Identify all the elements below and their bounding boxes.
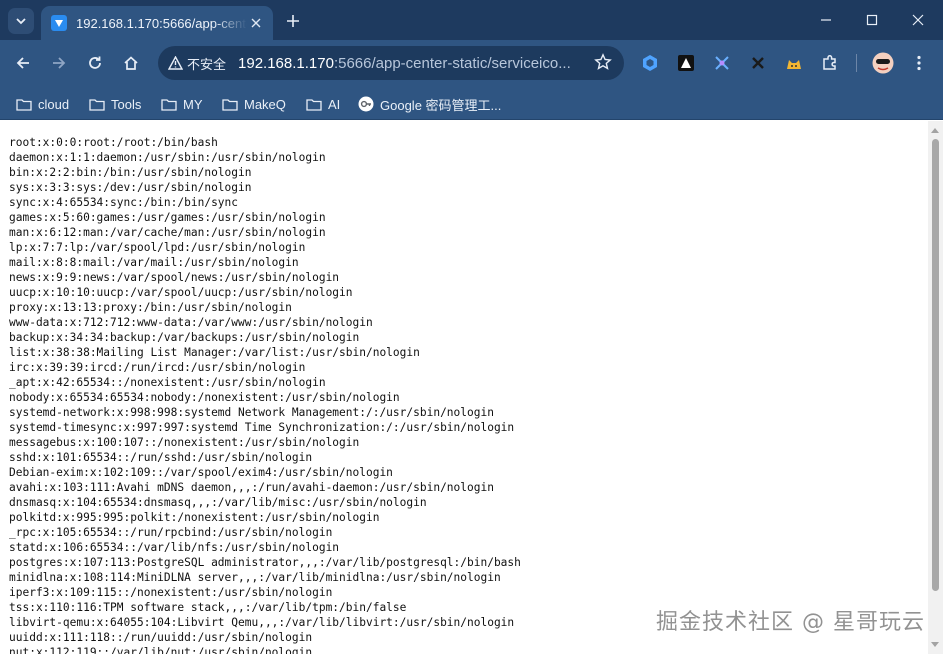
text-line: messagebus:x:100:107::/nonexistent:/usr/… bbox=[9, 436, 360, 449]
url-path: :5666/app-center-static/serviceico... bbox=[333, 54, 571, 72]
back-button[interactable] bbox=[9, 49, 37, 77]
bookmark-label: AI bbox=[328, 96, 341, 112]
plus-icon bbox=[287, 15, 299, 27]
maximize-icon bbox=[866, 14, 878, 26]
folder-icon bbox=[222, 98, 238, 111]
text-line: systemd-timesync:x:997:997:systemd Time … bbox=[9, 421, 515, 434]
watermark: 掘金技术社区 @ 星哥玩云 bbox=[656, 610, 925, 635]
text-line: uucp:x:10:10:uucp:/var/spool/uucp:/usr/s… bbox=[9, 286, 353, 299]
bookmark-label: cloud bbox=[38, 96, 70, 112]
extension-cat-icon[interactable] bbox=[783, 52, 805, 74]
text-line: postgres:x:107:113:PostgreSQL administra… bbox=[9, 556, 521, 569]
arrow-right-icon bbox=[53, 57, 66, 69]
browser-toolbar: 不安全 192.168.1.170:5666/app-center-static… bbox=[0, 40, 943, 86]
text-line: sys:x:3:3:sys:/dev:/usr/sbin/nologin bbox=[9, 181, 252, 194]
scrollbar-thumb[interactable] bbox=[932, 139, 939, 591]
bookmark-folder-ai[interactable]: AI bbox=[306, 93, 340, 115]
text-line: daemon:x:1:1:daemon:/usr/sbin:/usr/sbin/… bbox=[9, 151, 326, 164]
extension-hexagon-icon[interactable] bbox=[639, 52, 661, 74]
vertical-scrollbar[interactable] bbox=[928, 121, 943, 654]
chevron-down-icon bbox=[16, 18, 26, 25]
reload-button[interactable] bbox=[81, 49, 109, 77]
extension-cross-arrows-icon[interactable] bbox=[711, 52, 733, 74]
text-line: backup:x:34:34:backup:/var/backups:/usr/… bbox=[9, 331, 360, 344]
text-line: mail:x:8:8:mail:/var/mail:/usr/sbin/nolo… bbox=[9, 256, 299, 269]
address-bar[interactable]: 不安全 192.168.1.170:5666/app-center-static… bbox=[158, 46, 624, 80]
text-line: iperf3:x:109:115::/nonexistent:/usr/sbin… bbox=[9, 586, 333, 599]
text-line: statd:x:106:65534::/var/lib/nfs:/usr/sbi… bbox=[9, 541, 340, 554]
active-tab[interactable]: 192.168.1.170:5666/app-center-static/ser… bbox=[41, 6, 273, 40]
reload-icon bbox=[89, 56, 101, 69]
tab-title: 192.168.1.170:5666/app-center-static/ser… bbox=[76, 15, 247, 31]
app-favicon-icon bbox=[51, 15, 67, 31]
bookmark-google-password-manager[interactable]: Google 密码管理工... bbox=[358, 93, 501, 115]
text-line: sshd:x:101:65534::/run/sshd:/usr/sbin/no… bbox=[9, 451, 313, 464]
text-line: news:x:9:9:news:/var/spool/news:/usr/sbi… bbox=[9, 271, 340, 284]
bookmark-folder-my[interactable]: MY bbox=[161, 93, 203, 115]
toolbar-separator bbox=[856, 54, 857, 72]
home-button[interactable] bbox=[117, 49, 145, 77]
tab-close-icon[interactable] bbox=[247, 14, 265, 32]
minimize-button[interactable] bbox=[803, 0, 849, 40]
text-line: avahi:x:103:111:Avahi mDNS daemon,,,:/ru… bbox=[9, 481, 494, 494]
bookmarks-bar: cloud Tools MY MakeQ AI Google 密码管理工... bbox=[0, 86, 943, 120]
bookmark-label: MakeQ bbox=[244, 96, 286, 112]
maximize-button[interactable] bbox=[849, 0, 895, 40]
text-line: minidlna:x:108:114:MiniDLNA server,,,:/v… bbox=[9, 571, 501, 584]
scroll-down-arrow-icon[interactable] bbox=[931, 642, 939, 647]
text-line: Debian-exim:x:102:109::/var/spool/exim4:… bbox=[9, 466, 393, 479]
extension-x-icon[interactable] bbox=[747, 52, 769, 74]
tab-search-button[interactable] bbox=[8, 8, 34, 34]
security-chip[interactable]: 不安全 bbox=[168, 51, 234, 75]
more-menu-icon[interactable] bbox=[908, 52, 930, 74]
bookmark-folder-tools[interactable]: Tools bbox=[89, 93, 141, 115]
text-line: _rpc:x:105:65534::/run/rpcbind:/usr/sbin… bbox=[9, 526, 333, 539]
text-line: systemd-network:x:998:998:systemd Networ… bbox=[9, 406, 494, 419]
text-line: nut:x:112:119::/var/lib/nut:/usr/sbin/no… bbox=[9, 646, 313, 654]
forward-button[interactable] bbox=[45, 49, 73, 77]
text-line: games:x:5:60:games:/usr/games:/usr/sbin/… bbox=[9, 211, 326, 224]
bookmark-label: Tools bbox=[111, 96, 142, 112]
home-icon bbox=[124, 56, 138, 70]
minimize-icon bbox=[821, 19, 831, 21]
extensions-puzzle-icon[interactable] bbox=[819, 52, 841, 74]
text-line: root:x:0:0:root:/root:/bin/bash bbox=[9, 136, 218, 149]
new-tab-button[interactable] bbox=[281, 9, 305, 33]
text-line: www-data:x:712:712:www-data:/var/www:/us… bbox=[9, 316, 373, 329]
extension-triangle-icon[interactable] bbox=[675, 52, 697, 74]
text-line: nobody:x:65534:65534:nobody:/nonexistent… bbox=[9, 391, 400, 404]
key-icon bbox=[358, 96, 374, 112]
security-label: 不安全 bbox=[187, 56, 227, 72]
text-line: irc:x:39:39:ircd:/run/ircd:/usr/sbin/nol… bbox=[9, 361, 306, 374]
text-line: dnsmasq:x:104:65534:dnsmasq,,,:/var/lib/… bbox=[9, 496, 427, 509]
text-line: bin:x:2:2:bin:/bin:/usr/sbin/nologin bbox=[9, 166, 252, 179]
url-host: 192.168.1.170 bbox=[238, 54, 334, 72]
folder-icon bbox=[16, 98, 32, 111]
tab-strip: 192.168.1.170:5666/app-center-static/ser… bbox=[0, 0, 943, 40]
folder-icon bbox=[161, 98, 177, 111]
arrow-left-icon bbox=[16, 57, 29, 69]
text-line: lp:x:7:7:lp:/var/spool/lpd:/usr/sbin/nol… bbox=[9, 241, 306, 254]
plain-text-file-content: root:x:0:0:root:/root:/bin/bash daemon:x:… bbox=[9, 135, 924, 654]
text-line: proxy:x:13:13:proxy:/bin:/usr/sbin/nolog… bbox=[9, 301, 292, 314]
text-line: _apt:x:42:65534::/nonexistent:/usr/sbin/… bbox=[9, 376, 326, 389]
bookmark-label: Google 密码管理工... bbox=[380, 97, 502, 113]
text-line: polkitd:x:995:995:polkit:/nonexistent:/u… bbox=[9, 511, 380, 524]
bookmark-folder-cloud[interactable]: cloud bbox=[16, 93, 69, 115]
close-icon bbox=[912, 14, 924, 26]
bookmark-folder-makeq[interactable]: MakeQ bbox=[222, 93, 286, 115]
folder-icon bbox=[306, 98, 322, 111]
close-window-button[interactable] bbox=[895, 0, 941, 40]
scroll-up-arrow-icon[interactable] bbox=[931, 128, 939, 133]
text-line: list:x:38:38:Mailing List Manager:/var/l… bbox=[9, 346, 420, 359]
bookmark-label: MY bbox=[183, 96, 203, 112]
page-viewport: root:x:0:0:root:/root:/bin/bash daemon:x:… bbox=[0, 121, 943, 654]
folder-icon bbox=[89, 98, 105, 111]
profile-avatar[interactable] bbox=[872, 52, 894, 74]
text-line: sync:x:4:65534:sync:/bin:/bin/sync bbox=[9, 196, 239, 209]
bookmark-star-icon[interactable] bbox=[594, 53, 612, 75]
warning-icon bbox=[168, 56, 183, 70]
text-line: man:x:6:12:man:/var/cache/man:/usr/sbin/… bbox=[9, 226, 326, 239]
